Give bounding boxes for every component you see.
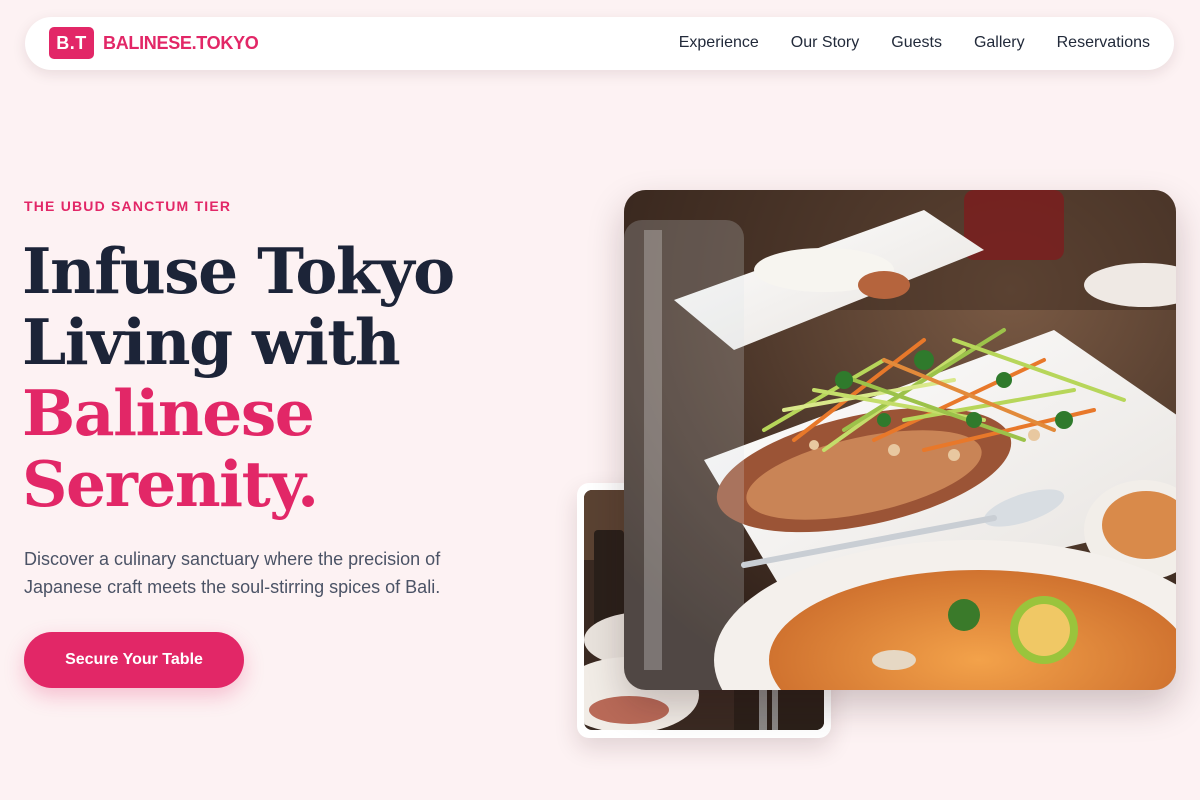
hero-food-photo <box>624 190 1176 690</box>
nav-links: Experience Our Story Guests Gallery Rese… <box>679 32 1150 54</box>
nav-link-reservations[interactable]: Reservations <box>1057 32 1150 54</box>
brand-name[interactable]: BALINESE.TOKYO <box>103 31 259 55</box>
headline-accent-line-1: Balinese <box>22 376 315 450</box>
hero-headline: Infuse Tokyo Living with Balinese Sereni… <box>22 236 542 520</box>
headline-line-1: Infuse Tokyo <box>22 234 455 308</box>
food-illustration <box>624 190 1176 690</box>
logo-mark[interactable]: B.T <box>49 27 94 59</box>
nav-link-our-story[interactable]: Our Story <box>791 32 859 54</box>
nav-link-guests[interactable]: Guests <box>891 32 942 54</box>
headline-accent-line-2: Serenity. <box>22 447 319 521</box>
nav-link-gallery[interactable]: Gallery <box>974 32 1025 54</box>
nav-link-experience[interactable]: Experience <box>679 32 759 54</box>
hero-subcopy: Discover a culinary sanctuary where the … <box>24 549 441 597</box>
secure-table-button[interactable]: Secure Your Table <box>24 632 244 688</box>
headline-line-2: Living with <box>22 305 401 379</box>
top-nav: B.T BALINESE.TOKYO Experience Our Story … <box>25 17 1174 70</box>
hero-eyebrow: THE UBUD SANCTUM TIER <box>24 198 232 214</box>
